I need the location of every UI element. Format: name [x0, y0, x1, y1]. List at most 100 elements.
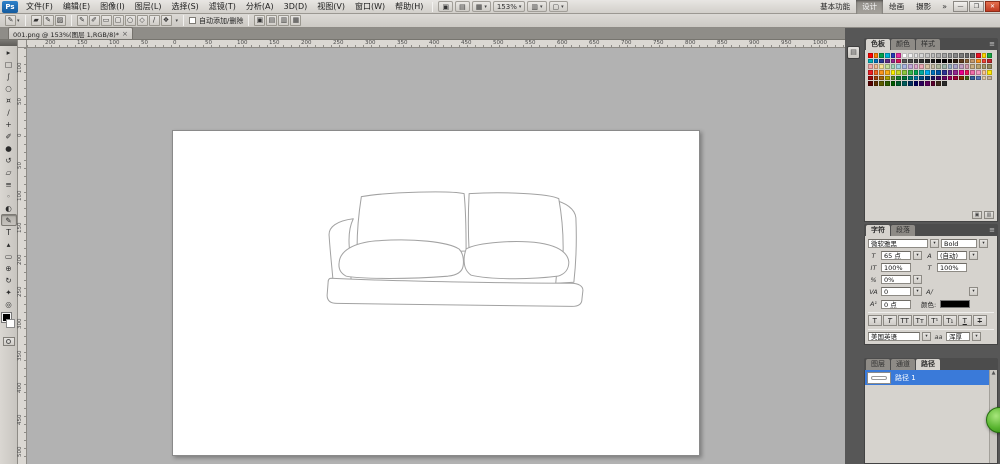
zoom-level-dropdown[interactable]: 153%▾ — [493, 1, 526, 12]
color-swatch[interactable] — [959, 76, 964, 81]
launch-mini-bridge-button[interactable]: ▤ — [455, 1, 470, 12]
workspace-button-绘画[interactable]: 绘画 — [883, 0, 910, 14]
menu-item-A[interactable]: 分析(A) — [241, 0, 279, 14]
color-swatch[interactable] — [948, 64, 953, 69]
color-swatch[interactable] — [914, 76, 919, 81]
color-swatch[interactable] — [879, 59, 884, 64]
color-swatch[interactable] — [919, 53, 924, 58]
faux-bold-button[interactable]: T — [868, 315, 882, 326]
shape-button-2[interactable]: ▭ — [101, 15, 112, 26]
color-swatch[interactable] — [942, 70, 947, 75]
color-swatch[interactable] — [953, 76, 958, 81]
color-swatch[interactable] — [902, 76, 907, 81]
shape-button-5[interactable]: ◇ — [137, 15, 148, 26]
color-swatch[interactable] — [982, 53, 987, 58]
dodge-tool[interactable]: ◐ — [1, 202, 17, 214]
crop-tool[interactable]: ¤ — [1, 94, 17, 106]
color-swatch[interactable] — [919, 70, 924, 75]
vertical-scale-field[interactable]: 100% — [881, 263, 911, 272]
color-swatch[interactable] — [896, 53, 901, 58]
hand-tool[interactable]: ✦ — [1, 286, 17, 298]
font-style-field[interactable]: Bold — [941, 239, 977, 248]
color-swatch[interactable] — [868, 53, 873, 58]
color-swatch[interactable] — [942, 59, 947, 64]
tracking-dropdown-icon[interactable]: ▾ — [913, 287, 922, 296]
canvas[interactable] — [172, 130, 700, 456]
tracking-field[interactable]: 0 — [881, 287, 911, 296]
color-swatch[interactable] — [874, 53, 879, 58]
geometry-options-arrow-icon[interactable]: ▾ — [176, 18, 179, 24]
path-op-button-1[interactable]: ▤ — [266, 15, 277, 26]
color-swatch[interactable] — [908, 76, 913, 81]
color-swatch[interactable] — [868, 76, 873, 81]
color-swatch[interactable] — [953, 64, 958, 69]
paths-tab-图层[interactable]: 图层 — [866, 359, 890, 370]
workspace-button-摄影[interactable]: 摄影 — [910, 0, 937, 14]
color-swatch[interactable] — [976, 59, 981, 64]
color-swatch[interactable] — [982, 64, 987, 69]
color-swatch[interactable] — [896, 81, 901, 86]
gradient-tool[interactable]: ≡ — [1, 178, 17, 190]
color-swatch[interactable] — [914, 59, 919, 64]
color-swatch[interactable] — [976, 53, 981, 58]
shape-button-7[interactable]: ❖ — [161, 15, 172, 26]
color-swatch[interactable] — [908, 59, 913, 64]
color-swatch[interactable] — [891, 64, 896, 69]
color-swatch[interactable] — [908, 81, 913, 86]
subscript-button[interactable]: T₁ — [943, 315, 957, 326]
color-swatch[interactable] — [982, 76, 987, 81]
color-swatch[interactable] — [931, 59, 936, 64]
color-swatch[interactable] — [914, 53, 919, 58]
menu-item-E[interactable]: 编辑(E) — [58, 0, 95, 14]
color-swatch[interactable] — [936, 64, 941, 69]
color-swatch[interactable] — [970, 70, 975, 75]
color-swatch[interactable] — [902, 59, 907, 64]
color-swatch[interactable] — [931, 76, 936, 81]
color-swatch[interactable] — [942, 53, 947, 58]
3d-rotate-tool[interactable]: ⊕ — [1, 262, 17, 274]
color-swatch[interactable] — [987, 76, 992, 81]
quick-selection-tool[interactable]: ○ — [1, 82, 17, 94]
quick-mask-button[interactable] — [3, 337, 15, 346]
menu-item-F[interactable]: 文件(F) — [21, 0, 58, 14]
color-swatch[interactable] — [987, 53, 992, 58]
shape-button-4[interactable]: ○ — [125, 15, 136, 26]
color-swatch[interactable] — [891, 59, 896, 64]
path-selection-tool[interactable]: ▴ — [1, 238, 17, 250]
history-brush-tool[interactable]: ↺ — [1, 154, 17, 166]
rectangle-tool[interactable]: ▭ — [1, 250, 17, 262]
faux-italic-button[interactable]: T — [883, 315, 897, 326]
color-swatch[interactable] — [976, 76, 981, 81]
color-swatch[interactable] — [896, 76, 901, 81]
collapsed-panel-icon[interactable]: ▤ — [847, 46, 860, 59]
color-swatch[interactable] — [874, 70, 879, 75]
anti-alias-field[interactable]: 浑厚 — [946, 332, 970, 341]
color-swatch[interactable] — [931, 81, 936, 86]
workspace-button-设计[interactable]: 设计 — [856, 0, 883, 14]
color-swatch[interactable] — [891, 81, 896, 86]
color-swatch[interactable] — [885, 70, 890, 75]
menu-item-H[interactable]: 帮助(H) — [390, 0, 428, 14]
path-op-button-0[interactable]: ▣ — [254, 15, 265, 26]
tool-preset-picker[interactable]: ✎ — [5, 15, 16, 26]
path-item[interactable]: 路径 1 — [865, 370, 997, 385]
menu-item-T[interactable]: 滤镜(T) — [204, 0, 241, 14]
close-button[interactable]: ✕ — [985, 1, 1000, 12]
color-swatch[interactable] — [987, 64, 992, 69]
text-color-swatch[interactable] — [940, 300, 970, 308]
color-swatch[interactable] — [919, 81, 924, 86]
menu-item-V[interactable]: 视图(V) — [312, 0, 350, 14]
color-swatch[interactable] — [885, 59, 890, 64]
color-swatch[interactable] — [925, 76, 930, 81]
launch-bridge-button[interactable]: ▣ — [438, 1, 453, 12]
move-tool[interactable]: ▸ — [1, 46, 17, 58]
leading-field[interactable]: (自动) — [937, 251, 967, 260]
color-swatch[interactable] — [931, 53, 936, 58]
kerning-dropdown-icon[interactable]: ▾ — [969, 287, 978, 296]
color-swatch[interactable] — [936, 76, 941, 81]
color-swatch[interactable] — [948, 53, 953, 58]
mode-button-0[interactable]: ▰ — [31, 15, 42, 26]
font-style-dropdown-icon[interactable]: ▾ — [979, 239, 988, 248]
color-swatch[interactable] — [965, 59, 970, 64]
auto-add-delete-checkbox[interactable] — [189, 17, 196, 24]
